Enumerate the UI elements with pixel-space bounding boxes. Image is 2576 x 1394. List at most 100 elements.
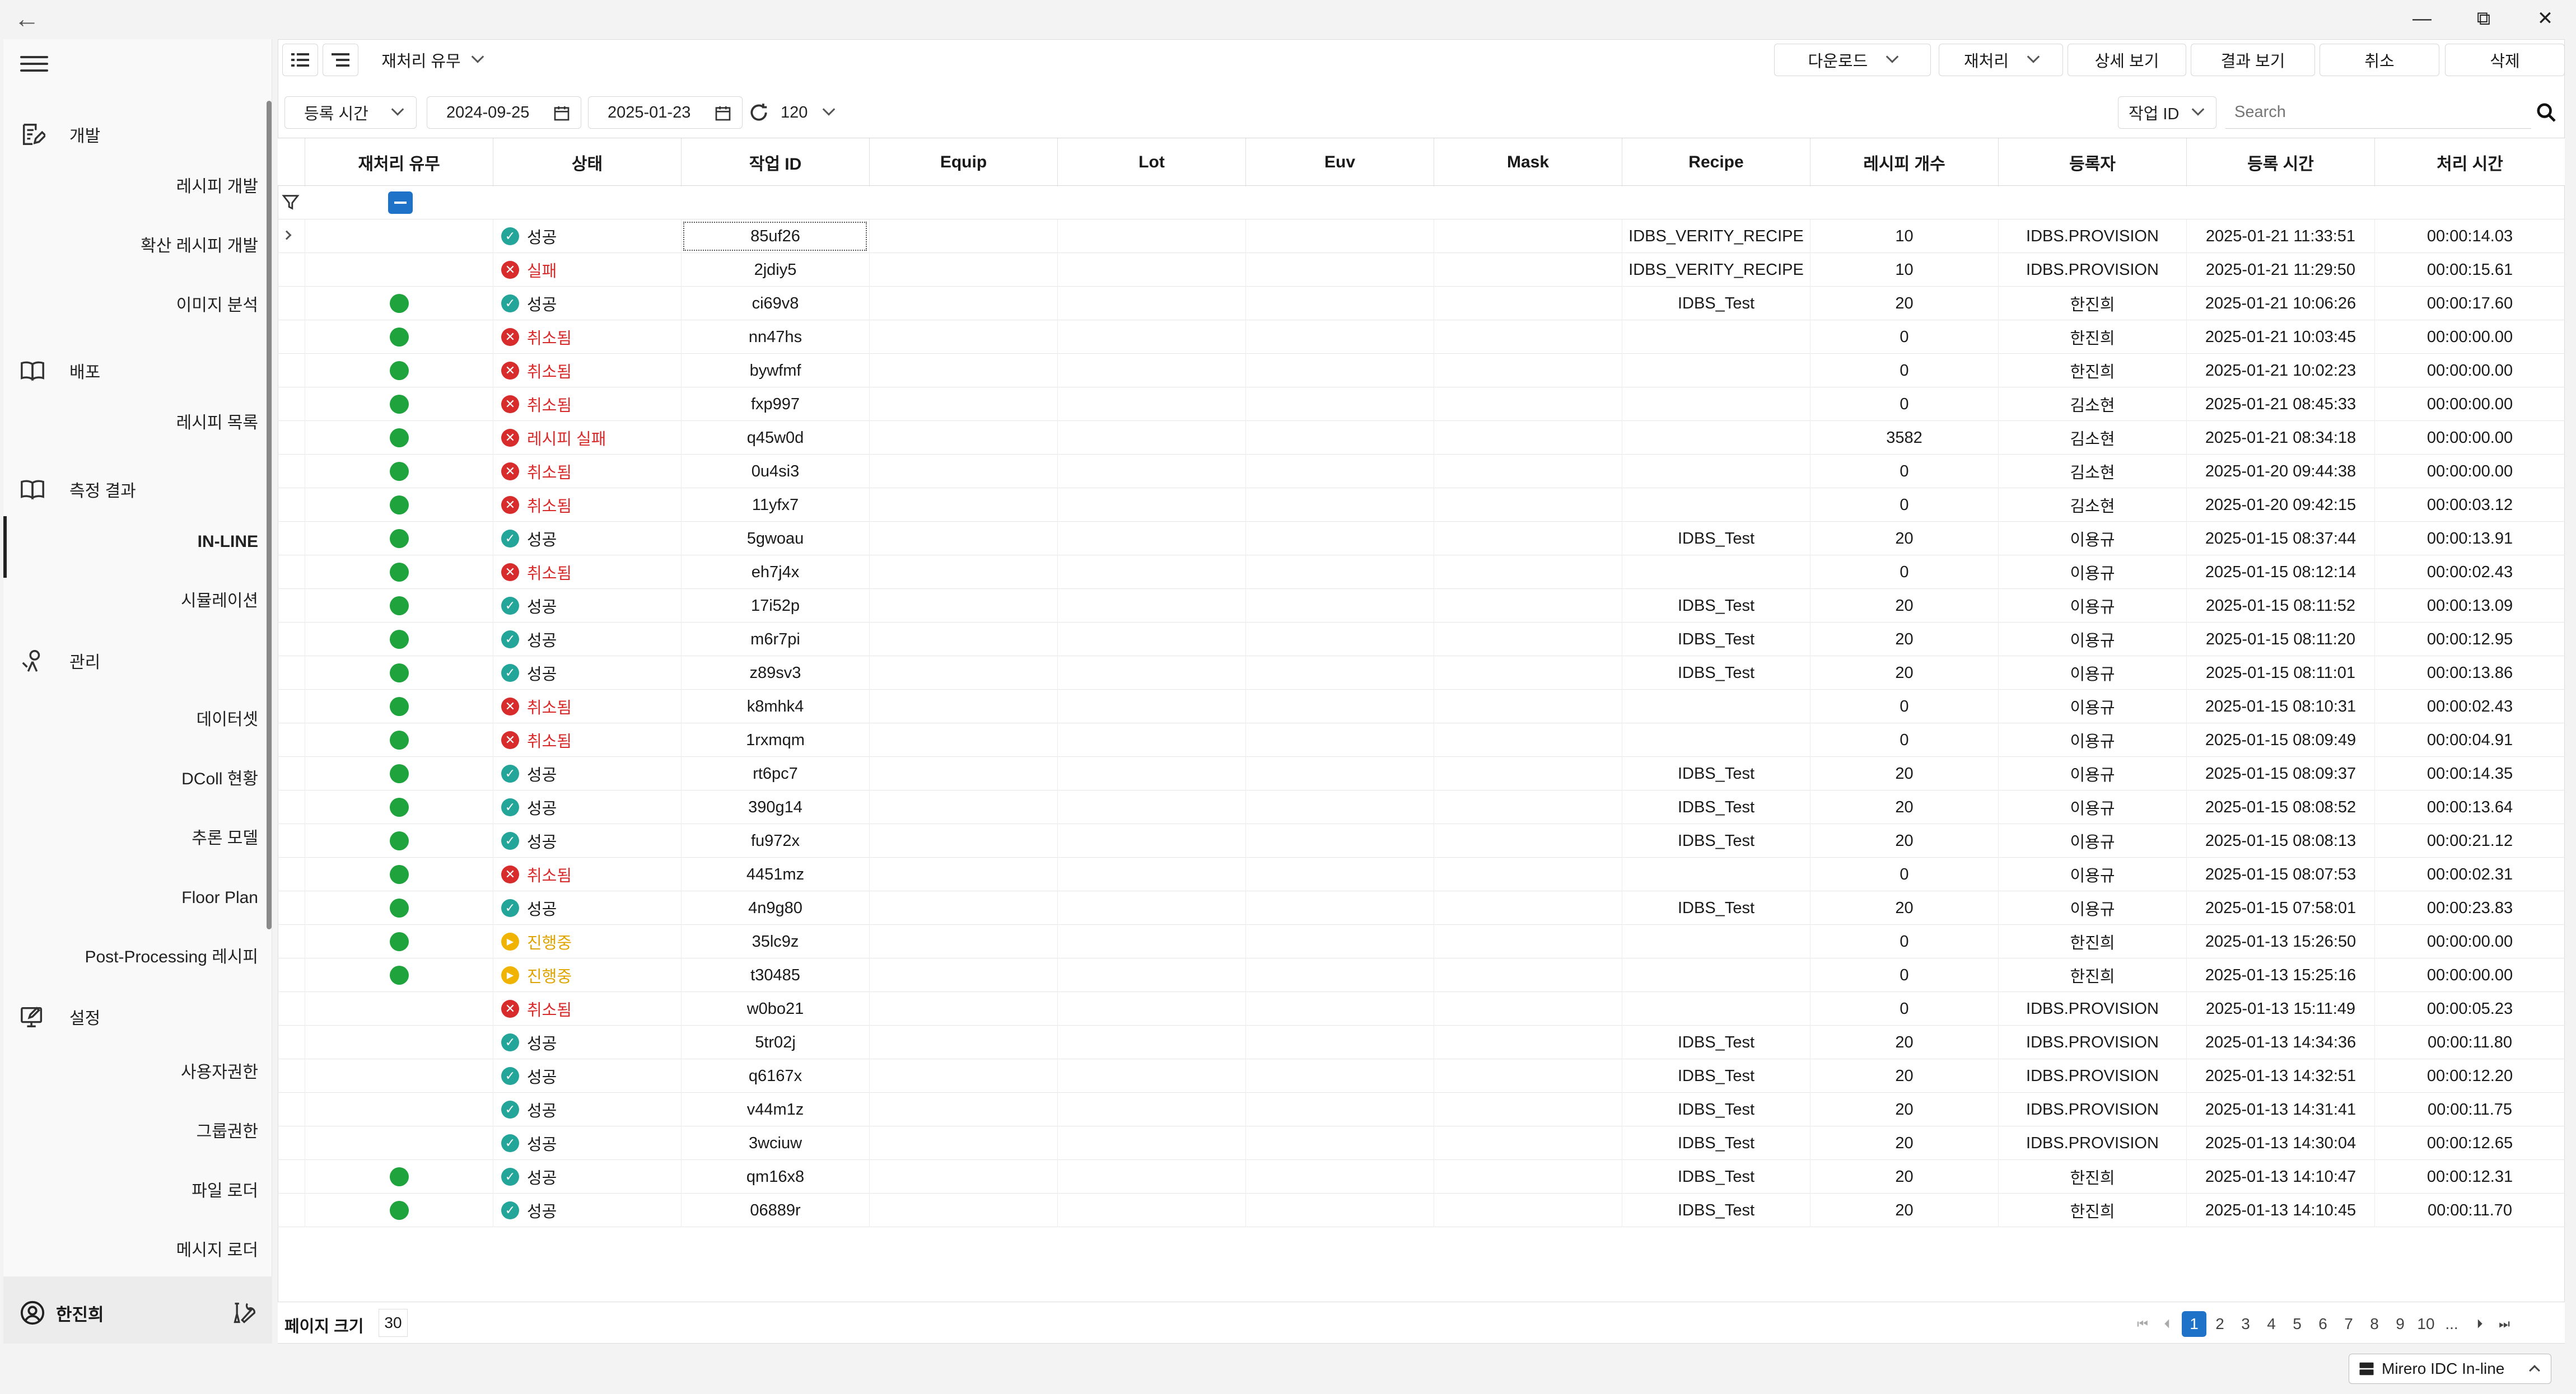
column-header-reprocess[interactable]: 재처리 유무	[305, 138, 493, 186]
expand-row-chevron-icon[interactable]	[282, 230, 292, 240]
page-10-button[interactable]: 10	[2414, 1311, 2438, 1337]
table-row[interactable]: ▶ 진행중 t30485 0 한진희 2025-01-13 15:25:16 00:00:0…	[278, 958, 2565, 992]
column-header-registered-time[interactable]: 등록 시간	[2186, 138, 2374, 186]
column-header-lot[interactable]: Lot	[1057, 138, 1245, 186]
page-ellipsis-button[interactable]: ...	[2439, 1311, 2464, 1337]
minimize-icon[interactable]: —	[2397, 3, 2447, 34]
back-arrow-icon[interactable]: ←	[10, 4, 44, 33]
page-8-button[interactable]: 8	[2362, 1311, 2387, 1337]
prev-page-icon[interactable]: ⏴	[2155, 1311, 2180, 1337]
sidebar-item-recipe-dev[interactable]: 레시피 개발	[12, 170, 258, 204]
column-header-status[interactable]: 상태	[493, 138, 681, 186]
view-grid-toggle-icon[interactable]	[282, 44, 318, 76]
sidebar-item-diffusion-recipe-dev[interactable]: 확산 레시피 개발	[12, 230, 258, 263]
sidebar-item-recipe-list[interactable]: 레시피 목록	[12, 406, 258, 440]
table-row[interactable]: ✓ 성공 5gwoau IDBS_Test 20 이용규 2025-01-15 08:37:…	[278, 522, 2565, 555]
sidebar-item-simulation[interactable]: 시뮬레이션	[12, 584, 258, 618]
reprocess-filter-dropdown[interactable]: 재처리 유무	[367, 44, 496, 76]
nav-group-develop[interactable]: 개발	[18, 118, 100, 151]
table-row[interactable]: ✕ 취소됨 0u4si3 0 김소현 2025-01-20 09:44:38 00:00:0…	[278, 455, 2565, 488]
table-row[interactable]: ✓ 성공 fu972x IDBS_Test 20 이용규 2025-01-15 08:08:…	[278, 824, 2565, 858]
sidebar-item-dcoll-status[interactable]: DColl 현황	[12, 763, 258, 796]
table-row[interactable]: ✓ 성공 qm16x8 IDBS_Test 20 한진희 2025-01-13 14:10:…	[278, 1160, 2565, 1194]
column-header-recipe-count[interactable]: 레시피 개수	[1810, 138, 1998, 186]
column-header-mask[interactable]: Mask	[1434, 138, 1622, 186]
table-row[interactable]: ✓ 성공 17i52p IDBS_Test 20 이용규 2025-01-15 08:11:…	[278, 589, 2565, 623]
sidebar-item-message-loader[interactable]: 메시지 로더	[12, 1234, 258, 1267]
table-row[interactable]: ✕ 취소됨 eh7j4x 0 이용규 2025-01-15 08:12:14 00:00:0…	[278, 555, 2565, 589]
column-header-equip[interactable]: Equip	[869, 138, 1057, 186]
result-view-button[interactable]: 결과 보기	[2191, 44, 2315, 76]
sidebar-item-in-line[interactable]: IN-LINE	[12, 525, 258, 559]
first-page-icon[interactable]: ⏮	[2130, 1311, 2155, 1337]
sidebar-item-inference-model[interactable]: 추론 모델	[12, 822, 258, 855]
table-row[interactable]: ✕ 취소됨 1rxmqm 0 이용규 2025-01-15 08:09:49 00:00:0…	[278, 723, 2565, 757]
table-row[interactable]: ✕ 취소됨 bywfmf 0 한진희 2025-01-21 10:02:23 00:00:0…	[278, 354, 2565, 387]
sidebar-item-dataset[interactable]: 데이터셋	[12, 703, 258, 737]
page-size-value[interactable]: 30	[379, 1309, 408, 1337]
next-page-icon[interactable]: ⏵	[2467, 1311, 2492, 1337]
table-row[interactable]: ✓ 성공 q6167x IDBS_Test 20 IDBS.PROVISION 2025-0…	[278, 1059, 2565, 1093]
detail-view-button[interactable]: 상세 보기	[2068, 44, 2186, 76]
table-row[interactable]: ✕ 레시피 실패 q45w0d 3582 김소현 2025-01-21 08:34:18 0…	[278, 421, 2565, 455]
refresh-icon[interactable]	[748, 102, 771, 124]
table-row[interactable]: ✕ 취소됨 k8mhk4 0 이용규 2025-01-15 08:10:31 00:00:0…	[278, 690, 2565, 723]
reprocess-filter-checkbox[interactable]	[388, 191, 413, 214]
view-tree-toggle-icon[interactable]	[323, 44, 358, 76]
page-5-button[interactable]: 5	[2285, 1311, 2309, 1337]
date-to-field[interactable]: 2025-01-23	[588, 96, 743, 129]
tools-icon[interactable]	[230, 1298, 259, 1327]
environment-selector[interactable]: Mirero IDC In-line	[2349, 1354, 2551, 1384]
table-row[interactable]: ✓ 성공 ci69v8 IDBS_Test 20 한진희 2025-01-21 10:06:…	[278, 287, 2565, 320]
delete-button[interactable]: 삭제	[2445, 44, 2565, 76]
column-header-process-time[interactable]: 처리 시간	[2374, 138, 2565, 186]
table-row[interactable]: ✓ 성공 4n9g80 IDBS_Test 20 이용규 2025-01-15 07:58:…	[278, 891, 2565, 925]
close-icon[interactable]: ✕	[2520, 3, 2570, 34]
page-9-button[interactable]: 9	[2388, 1311, 2412, 1337]
nav-group-manage[interactable]: 관리	[18, 644, 100, 677]
table-row[interactable]: ✕ 취소됨 11yfx7 0 김소현 2025-01-20 09:42:15 00:00:0…	[278, 488, 2565, 522]
table-row[interactable]: ✓ 성공 m6r7pi IDBS_Test 20 이용규 2025-01-15 08:11:…	[278, 623, 2565, 656]
download-button[interactable]: 다운로드	[1774, 44, 1931, 76]
table-row[interactable]: ✓ 성공 5tr02j IDBS_Test 20 IDBS.PROVISION 2025-0…	[278, 1026, 2565, 1059]
table-row[interactable]: ✓ 성공 z89sv3 IDBS_Test 20 이용규 2025-01-15 08:11:…	[278, 656, 2565, 690]
page-7-button[interactable]: 7	[2336, 1311, 2361, 1337]
menu-icon[interactable]	[20, 56, 48, 78]
cancel-button[interactable]: 취소	[2320, 44, 2439, 76]
table-row[interactable]: ✕ 실패 2jdiy5 IDBS_VERITY_RECIPE 10 IDBS.PROVIS…	[278, 253, 2565, 287]
column-header-job-id[interactable]: 작업 ID	[681, 138, 869, 186]
column-header-euv[interactable]: Euv	[1245, 138, 1434, 186]
table-row[interactable]: ✓ 성공 06889r IDBS_Test 20 한진희 2025-01-13 14:10:…	[278, 1194, 2565, 1227]
sidebar-item-floor-plan[interactable]: Floor Plan	[12, 881, 258, 915]
table-row[interactable]: ✕ 취소됨 4451mz 0 이용규 2025-01-15 08:07:53 00:00:0…	[278, 858, 2565, 891]
nav-group-deploy[interactable]: 배포	[18, 354, 100, 387]
page-3-button[interactable]: 3	[2233, 1311, 2258, 1337]
sidebar-item-group-permission[interactable]: 그룹권한	[12, 1115, 258, 1149]
filter-icon[interactable]	[281, 193, 301, 213]
nav-group-settings[interactable]: 설정	[18, 1000, 100, 1033]
table-row[interactable]: ✕ 취소됨 w0bo21 0 IDBS.PROVISION 2025-01-13 15:1…	[278, 992, 2565, 1026]
time-type-dropdown[interactable]: 등록 시간	[284, 96, 417, 129]
table-row[interactable]: ▶ 진행중 35lc9z 0 한진희 2025-01-13 15:26:50 00:00:0…	[278, 925, 2565, 958]
calendar-icon[interactable]	[553, 104, 571, 127]
restore-icon[interactable]: ⧉	[2458, 3, 2509, 34]
table-row[interactable]: ✓ 성공 390g14 IDBS_Test 20 이용규 2025-01-15 08:08:…	[278, 790, 2565, 824]
sidebar-item-file-loader[interactable]: 파일 로더	[12, 1175, 258, 1208]
sidebar-item-user-permission[interactable]: 사용자권한	[12, 1056, 258, 1089]
sidebar-item-post-processing-recipe[interactable]: Post-Processing 레시피	[12, 941, 258, 974]
table-row[interactable]: ✓ 성공 85uf26 IDBS_VERITY_RECIPE 10 IDBS.PROVIS…	[278, 219, 2565, 253]
table-row[interactable]: ✓ 성공 v44m1z IDBS_Test 20 IDBS.PROVISION 2025-0…	[278, 1093, 2565, 1126]
page-1-button[interactable]: 1	[2182, 1311, 2206, 1337]
table-row[interactable]: ✕ 취소됨 fxp997 0 김소현 2025-01-21 08:45:33 00:00:0…	[278, 387, 2565, 421]
date-from-field[interactable]: 2024-09-25	[427, 96, 581, 129]
table-row[interactable]: ✓ 성공 3wciuw IDBS_Test 20 IDBS.PROVISION 2025-0…	[278, 1126, 2565, 1160]
search-field-dropdown[interactable]: 작업 ID	[2118, 96, 2216, 129]
search-icon[interactable]	[2533, 100, 2559, 125]
page-6-button[interactable]: 6	[2311, 1311, 2335, 1337]
page-2-button[interactable]: 2	[2208, 1311, 2232, 1337]
user-profile[interactable]: 한진희	[18, 1290, 259, 1335]
table-row[interactable]: ✓ 성공 rt6pc7 IDBS_Test 20 이용규 2025-01-15 08:09:…	[278, 757, 2565, 790]
page-4-button[interactable]: 4	[2259, 1311, 2284, 1337]
refresh-interval-dropdown[interactable]: 120	[775, 96, 851, 129]
nav-group-measure-result[interactable]: 측정 결과	[18, 473, 136, 506]
